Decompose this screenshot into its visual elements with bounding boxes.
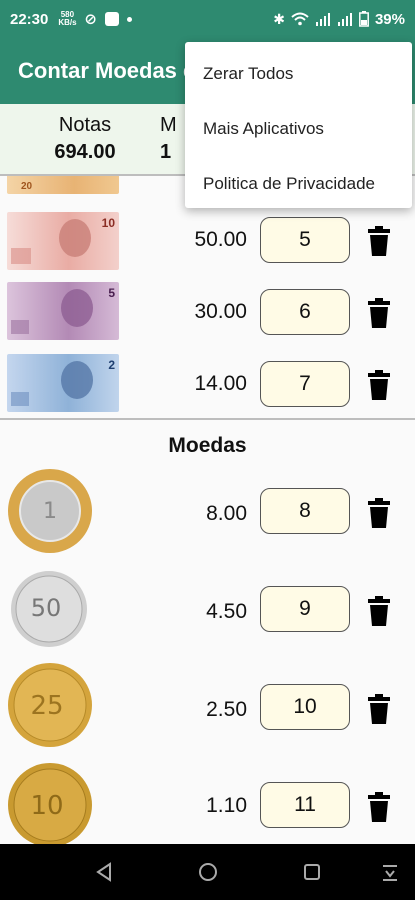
menu-item-politica-privacidade[interactable]: Politica de Privacidade: [185, 156, 412, 211]
bill-row-5: 5 30.00 6: [0, 280, 415, 342]
trash-icon[interactable]: [366, 370, 392, 400]
menu-item-mais-aplicativos[interactable]: Mais Aplicativos: [185, 101, 412, 156]
svg-text:1: 1: [43, 499, 57, 524]
more-notifications-icon: [126, 16, 132, 22]
app-notification-icon: [104, 12, 119, 26]
notas-label: Notas: [58, 114, 112, 136]
no-sync-icon: ⊘: [84, 11, 97, 28]
battery-percent: 39%: [374, 10, 405, 28]
status-system-icons: ✱ 39%: [273, 11, 405, 28]
bill-5-qty-input[interactable]: 6: [260, 289, 350, 335]
status-bar: 22:30 580 KB/s ⊘ ✱ 39%: [0, 0, 415, 38]
trash-icon[interactable]: [366, 298, 392, 328]
bill-20-image: 20: [7, 176, 119, 194]
coin-10-centavos-image: 10: [8, 763, 92, 844]
menu-item-zerar-todos[interactable]: Zerar Todos: [185, 46, 412, 101]
coin-row-10-centavos: 10 1.10 11: [0, 758, 415, 844]
coin-50-centavos-image: 50: [11, 571, 87, 647]
signal-2-icon: [337, 13, 352, 26]
coins-section-title: Moedas: [168, 434, 247, 457]
trash-icon[interactable]: [366, 694, 392, 724]
coin-row-50-centavos: 50 4.50 9: [0, 566, 415, 652]
coin-10-qty-input[interactable]: 11: [260, 782, 350, 828]
home-icon[interactable]: [194, 858, 222, 886]
coin-25-centavos-image: 25: [8, 663, 92, 747]
bill-row-10: 10 50.00 5: [0, 210, 415, 270]
svg-text:50: 50: [31, 594, 62, 622]
coin-row-25-centavos: 25 2.50 10: [0, 660, 415, 752]
recents-icon[interactable]: [298, 858, 326, 886]
trash-icon[interactable]: [366, 498, 392, 528]
notas-summary: Notas 694.00: [42, 114, 128, 164]
bill-10-qty-input[interactable]: 5: [260, 217, 350, 263]
trash-icon[interactable]: [366, 226, 392, 256]
bill-10-amount: 50.00: [194, 228, 247, 251]
status-time: 22:30: [10, 10, 49, 28]
bill-5-amount: 30.00: [194, 300, 247, 323]
bill-5-corner-label: 5: [108, 286, 115, 300]
coin-10-amount: 1.10: [206, 794, 247, 817]
coin-50-amount: 4.50: [206, 600, 247, 623]
section-divider: [0, 418, 415, 420]
coin-50-qty-input[interactable]: 9: [260, 586, 350, 632]
coin-1-real-amount: 8.00: [206, 502, 247, 525]
keyboard-hide-icon[interactable]: [376, 858, 404, 886]
coin-1-real-image: 1: [8, 469, 92, 553]
bill-2-amount: 14.00: [194, 372, 247, 395]
trash-icon[interactable]: [366, 792, 392, 822]
trash-icon[interactable]: [366, 596, 392, 626]
signal-icon: [315, 13, 330, 26]
coin-25-amount: 2.50: [206, 698, 247, 721]
bill-10-image: 10: [7, 212, 119, 270]
svg-text:25: 25: [30, 691, 63, 721]
network-speed-icon: 580 KB/s: [58, 10, 77, 27]
status-notification-icons: 580 KB/s ⊘: [58, 10, 132, 28]
app-title: Contar Moedas e: [18, 58, 196, 83]
battery-icon: [359, 11, 369, 27]
bill-10-corner-label: 10: [101, 216, 115, 230]
bill-2-qty-input[interactable]: 7: [260, 361, 350, 407]
bill-5-image: 5: [7, 282, 119, 340]
coin-row-1-real: 1 8.00 8: [0, 466, 415, 556]
coin-1-real-qty-input[interactable]: 8: [260, 488, 350, 534]
coin-25-qty-input[interactable]: 10: [260, 684, 350, 730]
bill-row-2: 2 14.00 7: [0, 352, 415, 414]
bill-2-image: 2: [7, 354, 119, 412]
bluetooth-icon: ✱: [273, 10, 285, 27]
navigation-bar: [0, 844, 415, 900]
notas-value: 694.00: [54, 141, 116, 163]
bill-2-corner-label: 2: [108, 358, 115, 372]
svg-text:10: 10: [30, 791, 63, 821]
wifi-icon: [291, 12, 309, 26]
overflow-menu: Zerar Todos Mais Aplicativos Politica de…: [185, 42, 412, 208]
back-icon[interactable]: [90, 858, 118, 886]
